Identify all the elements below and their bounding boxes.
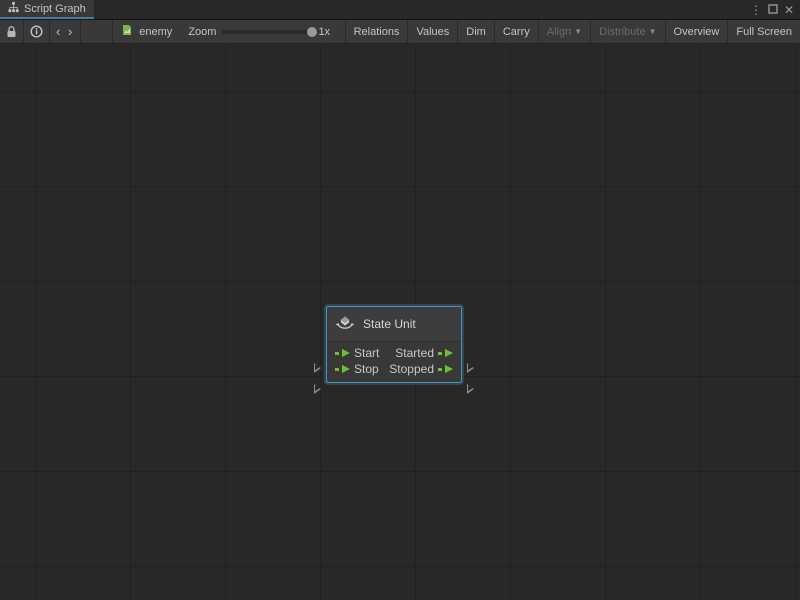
port-out-stopped[interactable]: Stopped <box>389 362 453 376</box>
toolbar-fill <box>338 20 346 43</box>
flow-arrow-icon <box>342 365 350 373</box>
overview-button[interactable]: Overview <box>666 20 729 43</box>
graph-canvas[interactable]: State Unit Start Started Stop Sto <box>0 44 800 600</box>
port-in-stop[interactable]: Stop <box>335 362 379 376</box>
values-button[interactable]: Values <box>408 20 458 43</box>
dim-button[interactable]: Dim <box>458 20 495 43</box>
zoom-slider[interactable] <box>222 30 312 34</box>
maximize-icon[interactable] <box>768 3 778 17</box>
port-label: Started <box>395 346 434 360</box>
port-out-started[interactable]: Started <box>395 346 453 360</box>
chevron-down-icon: ▼ <box>649 27 657 36</box>
port-row-1: Start Started <box>335 346 453 360</box>
tab-label: Script Graph <box>24 3 86 15</box>
flow-input-port-2[interactable] <box>314 384 321 394</box>
flow-arrow-icon <box>445 349 453 357</box>
info-button[interactable] <box>24 20 50 43</box>
zoom-value: 1x <box>318 26 330 38</box>
breadcrumb-button[interactable]: ‹ › <box>50 20 81 43</box>
port-label: Stopped <box>389 362 434 376</box>
close-icon[interactable]: ✕ <box>784 3 794 17</box>
lock-button[interactable] <box>0 20 24 43</box>
graph-asset-icon <box>121 24 133 39</box>
flow-arrow-icon <box>445 365 453 373</box>
hierarchy-icon <box>8 2 19 16</box>
node-header[interactable]: State Unit <box>327 307 461 342</box>
window-controls: ⋮ ✕ <box>744 0 800 19</box>
align-label: Align <box>547 26 571 38</box>
node-body: Start Started Stop Stopped <box>327 342 461 382</box>
flow-arrow-icon <box>438 368 442 371</box>
flow-output-port-2[interactable] <box>467 384 474 394</box>
toolbar: ‹ › enemy Zoom 1x Relations Values Dim C… <box>0 20 800 44</box>
fullscreen-button[interactable]: Full Screen <box>728 20 800 43</box>
flow-arrow-icon <box>335 368 339 371</box>
zoom-slider-thumb[interactable] <box>307 27 317 37</box>
align-button[interactable]: Align▼ <box>539 20 591 43</box>
relations-button[interactable]: Relations <box>346 20 409 43</box>
toolbar-gap <box>81 20 113 43</box>
state-unit-node[interactable]: State Unit Start Started Stop Sto <box>326 306 462 383</box>
distribute-button[interactable]: Distribute ▼ <box>591 20 665 43</box>
node-title: State Unit <box>363 317 416 331</box>
flow-arrow-icon <box>335 352 339 355</box>
port-in-start[interactable]: Start <box>335 346 379 360</box>
flow-arrow-icon <box>342 349 350 357</box>
port-label: Stop <box>354 362 379 376</box>
tab-bar-spacer <box>94 0 744 19</box>
chevron-down-icon: ▼ <box>574 27 582 36</box>
state-unit-icon <box>335 314 355 334</box>
tab-script-graph[interactable]: Script Graph <box>0 0 94 19</box>
port-row-2: Stop Stopped <box>335 362 453 376</box>
distribute-label: Distribute <box>599 26 645 38</box>
flow-input-port-1[interactable] <box>314 363 321 373</box>
graph-reference[interactable]: enemy <box>113 20 180 43</box>
flow-output-port-1[interactable] <box>467 363 474 373</box>
tab-bar: Script Graph ⋮ ✕ <box>0 0 800 20</box>
zoom-label: Zoom <box>188 26 216 38</box>
port-label: Start <box>354 346 379 360</box>
flow-arrow-icon <box>438 352 442 355</box>
more-icon[interactable]: ⋮ <box>750 3 762 17</box>
zoom-control: Zoom 1x <box>180 20 338 43</box>
carry-button[interactable]: Carry <box>495 20 539 43</box>
graph-reference-label: enemy <box>139 26 172 38</box>
